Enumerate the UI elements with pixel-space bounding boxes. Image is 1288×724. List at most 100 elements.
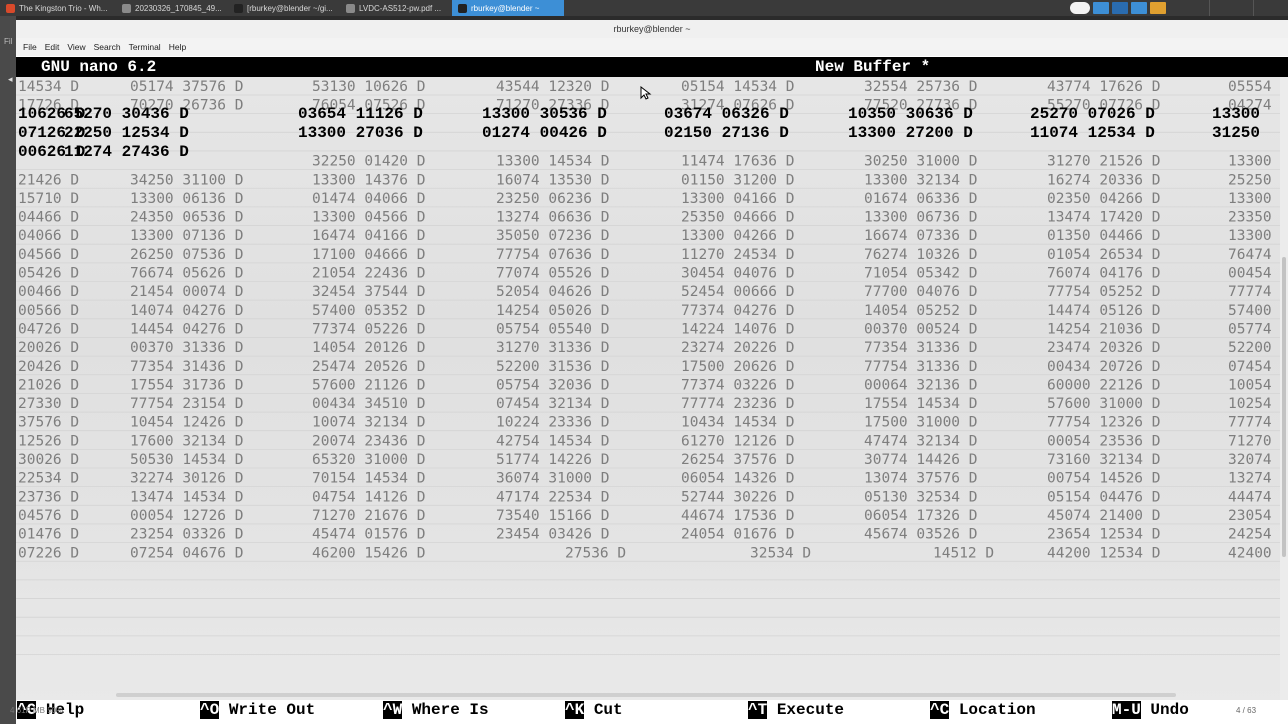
scan-octal-cell: 00064 32136 D xyxy=(864,377,978,393)
typed-octal-cell: 03654 11126 D xyxy=(298,105,423,123)
horizontal-scroll-indicator xyxy=(116,693,1176,697)
shortcut-execute[interactable]: ^T Execute xyxy=(748,700,844,720)
scan-octal-cell: 17100 04666 D xyxy=(312,247,426,263)
scrollbar-thumb[interactable] xyxy=(1282,257,1286,557)
scan-octal-cell: 13474 14534 D xyxy=(130,489,244,505)
scan-octal-cell: 44200 12534 D xyxy=(1047,545,1161,561)
taskbar: The Kingston Trio - Wh... 20230326_17084… xyxy=(0,0,1288,16)
shortcut-label: Where Is xyxy=(411,701,489,719)
typed-octal-cell: 31250 xyxy=(1212,124,1260,142)
scan-octal-cell: 52744 30226 D xyxy=(681,489,795,505)
scan-octal-cell: 13300 xyxy=(1228,228,1272,244)
scanned-listing-overlay: 14534 D 05174 37576 D 53130 10626 D 43544 1… xyxy=(16,79,1280,655)
menu-terminal[interactable]: Terminal xyxy=(129,42,161,52)
scan-octal-cell: 00566 D xyxy=(18,303,79,319)
task-kingston-trio[interactable]: The Kingston Trio - Wh... xyxy=(0,0,116,16)
scan-octal-cell: 77754 12326 D xyxy=(1047,415,1161,431)
menu-view[interactable]: View xyxy=(67,42,85,52)
pdf-status-remnant: 4 61P MB 50% xyxy=(0,706,63,722)
scan-octal-cell: 44474 xyxy=(1228,489,1272,505)
shortcut-undo[interactable]: M-U Undo xyxy=(1112,700,1189,720)
app-icon xyxy=(6,3,15,13)
scan-octal-cell: 14474 05126 D xyxy=(1047,303,1161,319)
scan-octal-cell: 24054 01676 D xyxy=(681,527,795,543)
eyes-icon[interactable] xyxy=(1070,2,1090,14)
task-image-file[interactable]: 20230326_170845_49... xyxy=(116,0,228,16)
menu-search[interactable]: Search xyxy=(94,42,121,52)
pdf-icon xyxy=(346,3,355,13)
scan-octal-cell: 30026 D xyxy=(18,452,79,468)
task-terminal-active[interactable]: rburkey@blender ~ xyxy=(452,0,564,16)
scan-octal-cell: 01474 04066 D xyxy=(312,191,426,207)
typed-octal-cell: 02150 27136 D xyxy=(664,124,789,142)
shortcut-where-is[interactable]: ^W Where Is xyxy=(383,700,489,720)
scan-octal-cell: 23250 06236 D xyxy=(496,191,610,207)
typed-octal-cell: 22250 12534 D xyxy=(64,124,189,142)
workspace-3-icon[interactable] xyxy=(1131,2,1147,14)
scan-octal-cell: 06054 17326 D xyxy=(864,508,978,524)
scan-octal-cell: 77354 31336 D xyxy=(864,340,978,356)
nano-edit-area[interactable]: 14534 D 05174 37576 D 53130 10626 D 43544 1… xyxy=(16,77,1280,705)
scan-octal-cell: 04466 D xyxy=(18,210,79,226)
scan-octal-cell: 34250 31100 D xyxy=(130,172,244,188)
scan-octal-cell: 77754 05252 D xyxy=(1047,284,1161,300)
scan-octal-cell: 52454 00666 D xyxy=(681,284,795,300)
scan-octal-cell: 26250 07536 D xyxy=(130,247,244,263)
task-label: LVDC-AS512-pw.pdf ... xyxy=(359,3,442,13)
workspace-1-icon[interactable] xyxy=(1093,2,1109,14)
scan-octal-cell: 05154 14534 D xyxy=(681,79,795,95)
shortcut-key: ^T xyxy=(748,701,768,719)
scan-octal-cell: 61270 12126 D xyxy=(681,433,795,449)
shortcut-label: Location xyxy=(958,701,1036,719)
scan-octal-cell: 25350 04666 D xyxy=(681,210,795,226)
page-indicator: 4 / 63 xyxy=(1236,706,1257,715)
menu-edit[interactable]: Edit xyxy=(45,42,60,52)
scan-octal-cell: 13074 37576 D xyxy=(864,471,978,487)
vertical-scrollbar[interactable] xyxy=(1280,77,1288,705)
scan-octal-cell: 77374 05226 D xyxy=(312,321,426,337)
scan-octal-cell: 77754 23154 D xyxy=(130,396,244,412)
shortcut-cut[interactable]: ^K Cut xyxy=(565,700,623,720)
scan-octal-cell: 23654 12534 D xyxy=(1047,527,1161,543)
scan-octal-cell: 77754 31336 D xyxy=(864,359,978,375)
scan-octal-cell: 00454 xyxy=(1228,266,1272,282)
shortcut-label: Cut xyxy=(593,701,623,719)
scan-octal-cell: 11474 17636 D xyxy=(681,154,795,170)
shortcut-key: ^C xyxy=(930,701,950,719)
shortcut-key: ^K xyxy=(565,701,585,719)
shortcut-write-out[interactable]: ^O Write Out xyxy=(200,700,315,720)
scan-octal-cell: 71270 xyxy=(1228,433,1272,449)
menu-file[interactable]: File xyxy=(23,42,37,52)
scan-octal-cell: 04566 D xyxy=(18,247,79,263)
shortcut-location[interactable]: ^C Location xyxy=(930,700,1036,720)
scan-octal-cell: 76674 05626 D xyxy=(130,266,244,282)
scan-octal-cell: 32534 D xyxy=(750,545,811,561)
scan-octal-cell: 10054 xyxy=(1228,377,1272,393)
scan-octal-cell: 21054 22436 D xyxy=(312,266,426,282)
scan-octal-cell: 05130 32534 D xyxy=(864,489,978,505)
scan-octal-cell: 05754 32036 D xyxy=(496,377,610,393)
scan-octal-cell: 77374 04276 D xyxy=(681,303,795,319)
scan-octal-cell: 10454 12426 D xyxy=(130,415,244,431)
scan-octal-cell: 77774 xyxy=(1228,415,1272,431)
scan-octal-cell: 70154 14534 D xyxy=(312,471,426,487)
typed-octal-cell: 11074 12534 D xyxy=(1030,124,1155,142)
typed-octal-cell: 25270 07026 D xyxy=(1030,105,1155,123)
scan-octal-cell: 20426 D xyxy=(18,359,79,375)
task-terminal-git[interactable]: [rburkey@blender ~/gi... xyxy=(228,0,340,16)
workspace-2-icon[interactable] xyxy=(1112,2,1128,14)
menu-help[interactable]: Help xyxy=(169,42,186,52)
scan-octal-cell: 71270 21676 D xyxy=(312,508,426,524)
menu-bar: File Edit View Search Terminal Help xyxy=(16,38,1288,56)
scan-octal-cell: 04576 D xyxy=(18,508,79,524)
task-pdf-viewer[interactable]: LVDC-AS512-pw.pdf ... xyxy=(340,0,452,16)
chrome-icon[interactable] xyxy=(1150,2,1166,14)
window-titlebar[interactable]: rburkey@blender ~ xyxy=(16,20,1288,38)
scan-octal-cell: 13300 06136 D xyxy=(130,191,244,207)
scan-octal-cell: 32250 01420 D xyxy=(312,154,426,170)
scan-octal-cell: 16474 04166 D xyxy=(312,228,426,244)
scan-octal-cell: 00054 23536 D xyxy=(1047,433,1161,449)
scan-octal-cell: 76074 04176 D xyxy=(1047,266,1161,282)
scan-octal-cell: 77700 04076 D xyxy=(864,284,978,300)
background-window-edge: Fil ◂ xyxy=(0,16,16,724)
